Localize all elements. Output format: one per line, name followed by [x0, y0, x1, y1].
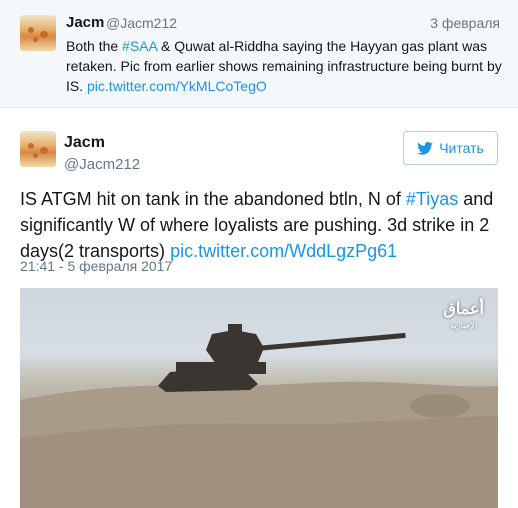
twitter-bird-icon — [417, 141, 434, 155]
author-handle[interactable]: @Jacm212 — [106, 15, 177, 31]
text-segment: Both the — [66, 38, 123, 54]
pic-link[interactable]: pic.twitter.com/WddLgzPg61 — [170, 241, 397, 261]
tweet-text: IS ATGM hit on tank in the abandoned btl… — [20, 186, 508, 264]
avatar[interactable] — [20, 15, 56, 51]
tank-photo — [20, 324, 498, 508]
tweet-date[interactable]: 3 февраля — [430, 15, 500, 31]
pic-link[interactable]: pic.twitter.com/YkMLCoTegO — [87, 78, 267, 94]
reply-tweet[interactable]: Jacm @Jacm212 3 февраля Both the #SAA & … — [0, 0, 518, 108]
news-watermark-logo: أعماق الإخبارية — [443, 301, 484, 331]
hashtag-link[interactable]: #Tiyas — [406, 189, 458, 209]
tweet-timestamp[interactable]: 21:41 - 5 февраля 2017 — [20, 258, 172, 274]
author-name[interactable]: Jacm — [66, 14, 104, 31]
follow-button[interactable]: Читать — [403, 131, 498, 165]
avatar[interactable] — [20, 131, 56, 167]
text-segment: IS ATGM hit on tank in the abandoned btl… — [20, 189, 406, 209]
tweet-text: Both the #SAA & Quwat al-Riddha saying t… — [66, 36, 506, 96]
author-name[interactable]: Jacm — [64, 134, 105, 152]
author-handle[interactable]: @Jacm212 — [64, 156, 140, 173]
hashtag-link[interactable]: #SAA — [122, 38, 157, 54]
tweet-media-image[interactable]: أعماق الإخبارية — [20, 288, 498, 508]
follow-label: Читать — [439, 140, 484, 156]
